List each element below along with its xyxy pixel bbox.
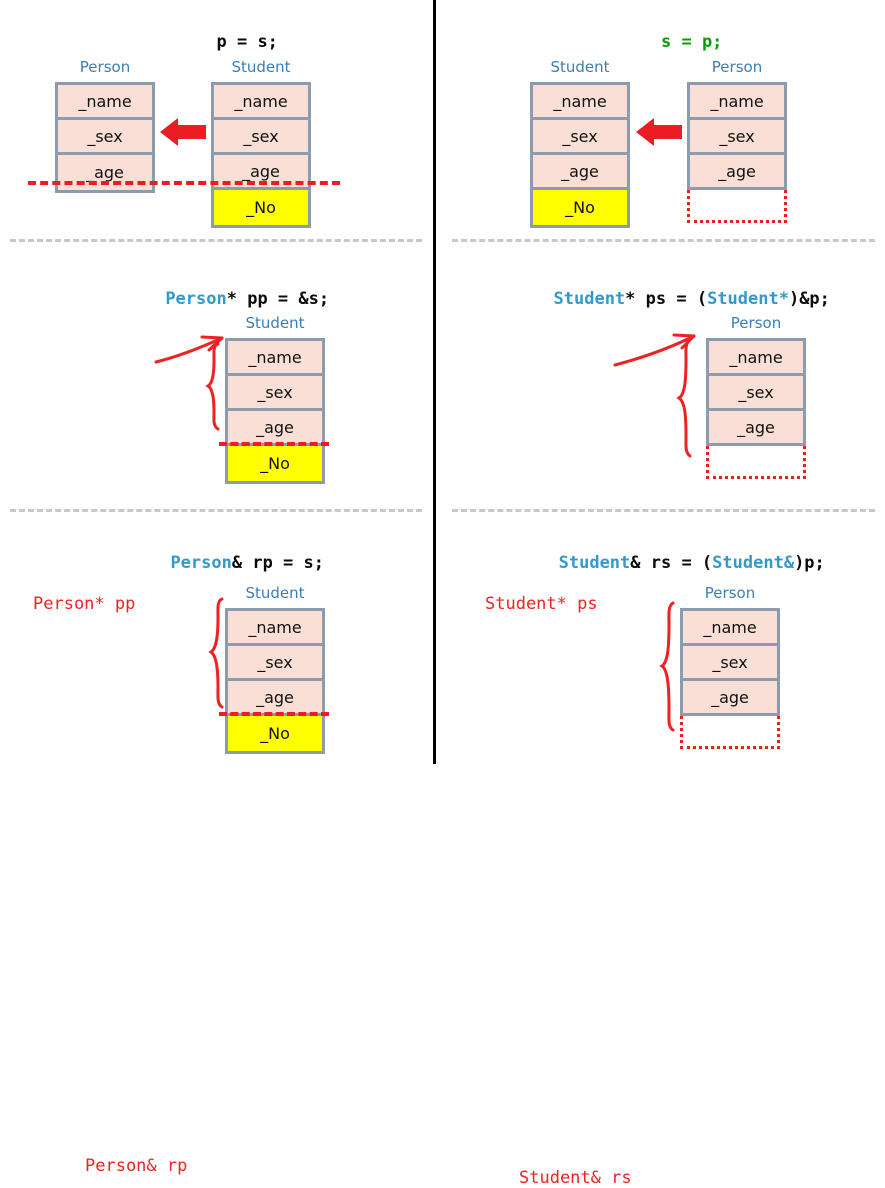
field-row: _sex	[228, 376, 322, 411]
panel-person-ref-rp: Person& rp = s; Student _name _sex _age …	[0, 509, 433, 1176]
field-row: _sex	[683, 646, 777, 681]
object-student-ptr: Student _name _sex _age _No	[225, 314, 325, 484]
object-student-right: Student _name _sex _age _No	[211, 58, 311, 228]
field-row-missing	[680, 716, 780, 749]
object-label: Person	[730, 314, 782, 332]
annotation-person-ref-rp: Person& rp	[85, 1156, 188, 1176]
object-student-left: Student _name _sex _age _No	[530, 58, 630, 228]
field-row: _sex	[228, 646, 322, 681]
panel-student-ref-rs: Student& rs = (Student&)p; Person _name …	[437, 509, 885, 1188]
object-body: _name _sex _age	[706, 338, 806, 479]
field-row: _name	[228, 341, 322, 376]
object-body: _name _sex _age _No	[211, 82, 311, 228]
object-person-right: Person _name _sex _age	[687, 58, 787, 223]
field-row: _name	[533, 85, 627, 120]
title-token-type: Student&	[712, 553, 795, 573]
field-row: _age	[533, 155, 627, 190]
object-student-ref: Student _name _sex _age _No	[225, 584, 325, 754]
title-token: & rs = (	[630, 553, 713, 573]
left-arrow-icon	[636, 118, 682, 146]
field-row: _age	[690, 155, 784, 190]
object-label: Person	[704, 584, 756, 602]
object-label: Student	[245, 584, 305, 602]
slice-line	[28, 181, 340, 185]
title-token: * ps = (	[625, 289, 708, 309]
object-body: _name _sex _age	[55, 82, 155, 193]
panel-student-ptr-ps: Student* ps = (Student*)&p; Person _name…	[437, 239, 885, 614]
object-person-ref: Person _name _sex _age	[680, 584, 780, 749]
field-row: _name	[690, 85, 784, 120]
title-token: & rp = s;	[231, 553, 324, 573]
object-label: Student	[245, 314, 305, 332]
annotation-student-ref-rs: Student& rs	[519, 1168, 632, 1188]
field-row: _name	[214, 85, 308, 120]
field-row: _age	[228, 411, 322, 446]
vertical-divider	[433, 0, 436, 764]
panel-p-equals-s: p = s; Person _name _sex _age Student _n…	[0, 0, 433, 239]
field-row-highlight: _No	[228, 446, 322, 481]
left-arrow-icon	[160, 118, 206, 146]
object-person-ptr: Person _name _sex _age	[706, 314, 806, 479]
panel-title: Person& rp = s;	[0, 533, 433, 593]
field-row: _sex	[533, 120, 627, 155]
field-row: _sex	[709, 376, 803, 411]
field-row: _age	[709, 411, 803, 446]
object-label: Person	[711, 58, 763, 76]
slice-line	[219, 442, 329, 446]
slicing-copy-arrow	[160, 116, 206, 152]
field-row: _name	[709, 341, 803, 376]
title-token: )&p;	[788, 289, 830, 309]
object-label: Student	[550, 58, 610, 76]
title-token-type: Student*	[707, 289, 789, 309]
field-row: _sex	[690, 120, 784, 155]
field-row-missing	[706, 446, 806, 479]
panel-s-equals-p: s = p; Student _name _sex _age _No Perso…	[437, 0, 885, 239]
object-label: Student	[231, 58, 291, 76]
field-row-highlight: _No	[533, 190, 627, 225]
field-row-highlight: _No	[228, 716, 322, 751]
object-body: _name _sex _age _No	[530, 82, 630, 228]
field-row-highlight: _No	[214, 190, 308, 225]
field-row: _age	[228, 681, 322, 716]
panel-title: Person* pp = &s;	[0, 269, 433, 329]
panel-title: s = p;	[437, 12, 885, 72]
object-body: _name _sex _age	[687, 82, 787, 223]
title-token-type: Student	[553, 289, 626, 309]
panel-title: Student& rs = (Student&)p;	[437, 533, 885, 593]
field-row: _sex	[214, 120, 308, 155]
panel-title: Student* ps = (Student*)&p;	[437, 269, 885, 329]
panel-person-ptr-pp: Person* pp = &s; Student _name _sex _age…	[0, 239, 433, 614]
title-token: * pp = &s;	[226, 289, 330, 309]
object-body: _name _sex _age _No	[225, 338, 325, 484]
object-body: _name _sex _age _No	[225, 608, 325, 754]
title-token-type: Person	[170, 553, 232, 573]
object-label: Person	[79, 58, 131, 76]
field-row: _age	[683, 681, 777, 716]
title-token: s = p;	[661, 32, 723, 52]
object-person-left: Person _name _sex _age	[55, 58, 155, 193]
field-row-missing	[687, 190, 787, 223]
title-token-type: Person	[165, 289, 227, 309]
field-row: _sex	[58, 120, 152, 155]
field-row: _name	[58, 85, 152, 120]
diagram-canvas: p = s; Person _name _sex _age Student _n…	[0, 0, 885, 1188]
object-body: _name _sex _age	[680, 608, 780, 749]
title-token: )p;	[794, 553, 825, 573]
field-row: _name	[228, 611, 322, 646]
title-token-type: Student	[558, 553, 631, 573]
illegal-copy-arrow	[636, 116, 682, 152]
field-row: _name	[683, 611, 777, 646]
title-token: p = s;	[216, 32, 278, 52]
slice-line	[219, 712, 329, 716]
